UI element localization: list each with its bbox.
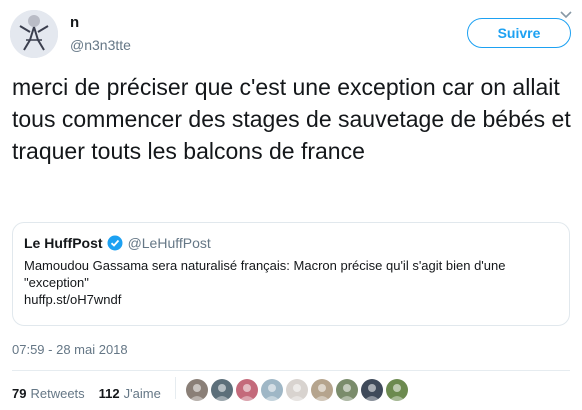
follow-button[interactable]: Suivre	[467, 18, 571, 48]
likes-count: 112	[98, 386, 120, 401]
retweets-count: 79	[12, 386, 27, 401]
likes-label: J'aime	[123, 386, 161, 401]
author-name[interactable]: n	[70, 14, 79, 31]
quoted-author-handle: @LeHuffPost	[127, 235, 211, 251]
avatar-image	[10, 10, 58, 58]
liker-avatar[interactable]	[386, 379, 408, 401]
liker-avatar[interactable]	[286, 379, 308, 401]
avatar[interactable]	[10, 10, 58, 58]
quoted-author-name: Le HuffPost	[24, 235, 103, 251]
chevron-down-icon[interactable]	[560, 10, 572, 20]
liker-avatar[interactable]	[236, 379, 258, 401]
divider	[12, 370, 570, 371]
author-handle[interactable]: @n3n3tte	[70, 37, 131, 53]
likes-stat[interactable]: 112 J'aime	[99, 386, 161, 401]
quoted-tweet[interactable]: Le HuffPost @LeHuffPost Mamoudou Gassama…	[12, 222, 570, 326]
liker-avatar[interactable]	[336, 379, 358, 401]
liker-avatar[interactable]	[211, 379, 233, 401]
quoted-text: Mamoudou Gassama sera naturalisé françai…	[24, 257, 554, 308]
tweet-text: merci de préciser que c'est une exceptio…	[12, 74, 571, 164]
retweets-label: Retweets	[30, 386, 85, 401]
verified-badge-icon	[107, 235, 123, 251]
retweets-stat[interactable]: 79 Retweets	[12, 386, 85, 401]
liker-avatar[interactable]	[261, 379, 283, 401]
liker-avatar[interactable]	[186, 379, 208, 401]
liker-avatars	[186, 379, 411, 401]
liker-avatar[interactable]	[361, 379, 383, 401]
quoted-header: Le HuffPost @LeHuffPost	[24, 235, 211, 251]
liker-avatar[interactable]	[311, 379, 333, 401]
tweet-stats: 79 Retweets 112 J'aime	[12, 386, 175, 401]
tweet-header: n @n3n3tte Suivre	[10, 10, 572, 60]
stats-separator	[175, 377, 176, 399]
quoted-link[interactable]: huffp.st/oH7wndf	[24, 292, 121, 307]
quoted-body: Mamoudou Gassama sera naturalisé françai…	[24, 258, 506, 290]
tweet-timestamp[interactable]: 07:59 - 28 mai 2018	[12, 342, 128, 357]
